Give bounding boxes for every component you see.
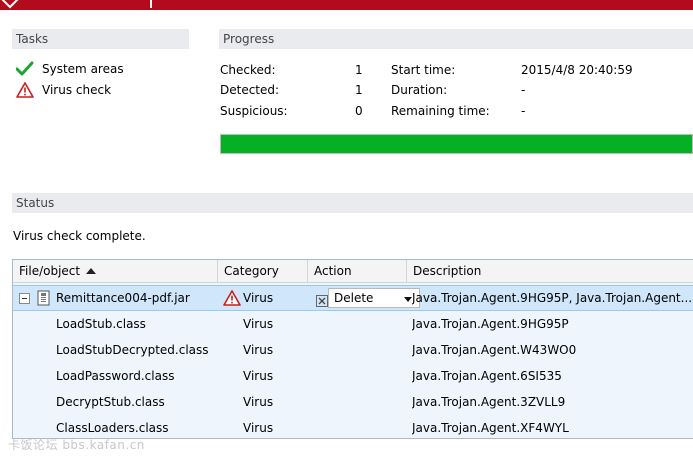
table-row[interactable]: LoadStubDecrypted.class Virus Java.Troja… xyxy=(13,337,693,363)
table-row-parent[interactable]: Remittance004-pdf.jar Virus Delete Java.… xyxy=(13,285,693,311)
column-category[interactable]: Category xyxy=(218,260,308,283)
delete-action-icon xyxy=(316,291,328,307)
column-label: Category xyxy=(224,264,279,278)
warning-icon xyxy=(16,82,34,98)
suspicious-value: 0 xyxy=(355,104,363,118)
remaining-time-label: Remaining time: xyxy=(391,104,490,118)
category-value: Virus xyxy=(243,395,274,409)
description-value: Java.Trojan.Agent.6SI535 xyxy=(412,369,562,383)
description-value: Java.Trojan.Agent.9HG95P xyxy=(412,317,569,331)
column-label: Action xyxy=(314,264,352,278)
category-value: Virus xyxy=(243,421,274,435)
description-value: Java.Trojan.Agent.9HG95P, Java.Trojan.Ag… xyxy=(412,291,693,305)
column-description[interactable]: Description xyxy=(407,260,693,283)
scan-progress-bar xyxy=(220,134,693,154)
detected-label: Detected: xyxy=(220,83,280,97)
progress-fill xyxy=(221,135,692,153)
warning-icon xyxy=(223,290,243,306)
title-bar xyxy=(0,0,693,10)
check-icon xyxy=(15,61,34,77)
table-row[interactable]: LoadPassword.class Virus Java.Trojan.Age… xyxy=(13,363,693,389)
remaining-time-value: - xyxy=(521,104,526,118)
grid-header: File/object Category Action Description xyxy=(13,260,693,283)
file-name: LoadStub.class xyxy=(56,317,146,331)
description-value: Java.Trojan.Agent.XF4WYL xyxy=(412,421,569,435)
collapse-icon[interactable] xyxy=(19,293,30,304)
archive-file-icon xyxy=(37,290,51,306)
title-fragment xyxy=(150,0,156,8)
column-action[interactable]: Action xyxy=(308,260,407,283)
detected-value: 1 xyxy=(355,83,363,97)
category-value: Virus xyxy=(243,317,274,331)
watermark: 卡饭论坛 bbs.kafan.cn xyxy=(8,438,145,452)
task-system-areas: System areas xyxy=(15,60,124,78)
tasks-header: Tasks xyxy=(12,29,189,49)
status-header: Status xyxy=(12,193,693,213)
column-label: File/object xyxy=(19,264,81,278)
start-time-label: Start time: xyxy=(391,63,456,77)
file-name: ClassLoaders.class xyxy=(56,421,169,435)
category-value: Virus xyxy=(243,369,274,383)
checked-value: 1 xyxy=(355,63,363,77)
category-value: Virus xyxy=(243,291,274,305)
app-logo-icon xyxy=(1,0,19,9)
table-row[interactable]: ClassLoaders.class Virus Java.Trojan.Age… xyxy=(13,415,693,438)
sort-ascending-icon xyxy=(86,268,97,274)
file-name: DecryptStub.class xyxy=(56,395,165,409)
task-virus-check: Virus check xyxy=(16,81,111,99)
file-name: Remittance004-pdf.jar xyxy=(56,291,190,305)
table-row[interactable]: LoadStub.class Virus Java.Trojan.Agent.9… xyxy=(13,311,693,337)
task-label: Virus check xyxy=(42,83,112,97)
checked-label: Checked: xyxy=(220,63,276,77)
column-file-object[interactable]: File/object xyxy=(13,260,218,283)
file-name: LoadStubDecrypted.class xyxy=(56,343,209,357)
start-time-value: 2015/4/8 20:40:59 xyxy=(521,63,633,77)
duration-label: Duration: xyxy=(391,83,448,97)
description-value: Java.Trojan.Agent.W43WO0 xyxy=(412,343,577,357)
task-label: System areas xyxy=(42,62,124,76)
chevron-down-icon xyxy=(404,297,412,302)
suspicious-label: Suspicious: xyxy=(220,104,288,118)
action-dropdown[interactable]: Delete xyxy=(328,288,420,308)
table-row[interactable]: DecryptStub.class Virus Java.Trojan.Agen… xyxy=(13,389,693,415)
action-value: Delete xyxy=(334,291,374,305)
results-grid: File/object Category Action Description … xyxy=(12,259,693,439)
category-value: Virus xyxy=(243,343,274,357)
status-message: Virus check complete. xyxy=(13,229,146,243)
column-label: Description xyxy=(413,264,482,278)
duration-value: - xyxy=(521,83,526,97)
file-name: LoadPassword.class xyxy=(56,369,175,383)
progress-header: Progress xyxy=(219,29,693,49)
description-value: Java.Trojan.Agent.3ZVLL9 xyxy=(412,395,566,409)
